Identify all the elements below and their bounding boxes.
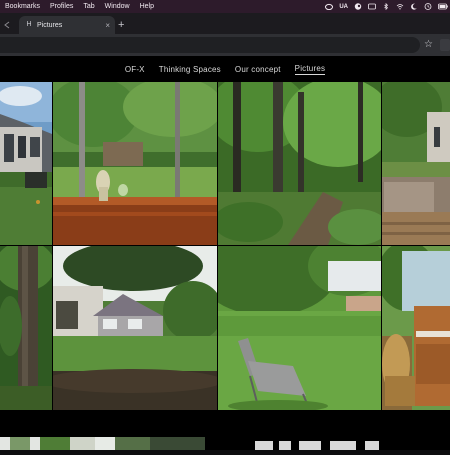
wifi-icon[interactable]: [396, 3, 404, 10]
photo-backyard-house[interactable]: [53, 246, 217, 410]
photo-strip-1: [0, 437, 40, 450]
app-status-icon[interactable]: [368, 3, 376, 10]
photo-terrace-deck[interactable]: [382, 82, 450, 245]
photo-window-view-garden[interactable]: [53, 82, 217, 245]
address-bar[interactable]: [0, 37, 420, 53]
photo-piano-room[interactable]: [382, 246, 450, 410]
photo-gallery: [0, 82, 450, 410]
bluetooth-icon[interactable]: [382, 2, 390, 11]
nav-of-x[interactable]: OF-X: [125, 65, 145, 74]
photo-strip-2: [40, 437, 95, 450]
macos-menubar: Bookmarks Profiles Tab Window Help UA: [0, 0, 450, 13]
browser-toolbar: ☆: [0, 34, 450, 56]
menu-bookmarks[interactable]: Bookmarks: [0, 3, 45, 10]
nav-our-concept[interactable]: Our concept: [235, 65, 281, 74]
web-page: OF-X Thinking Spaces Our concept Picture…: [0, 56, 450, 450]
clock-icon[interactable]: [424, 3, 432, 10]
photo-lawn-with-chair[interactable]: [218, 246, 381, 410]
status-icons: UA: [325, 2, 450, 11]
menu-help[interactable]: Help: [135, 3, 159, 10]
photo-strip-4: [150, 437, 205, 450]
moon-icon[interactable]: [410, 3, 418, 10]
site-nav: OF-X Thinking Spaces Our concept Picture…: [0, 56, 450, 82]
tab-title: Pictures: [37, 21, 63, 29]
menu-profiles[interactable]: Profiles: [45, 3, 78, 10]
photo-strip-3: [95, 437, 150, 450]
tab-pictures[interactable]: H Pictures ×: [19, 16, 115, 34]
steam-icon[interactable]: [354, 3, 362, 10]
menu-tab[interactable]: Tab: [78, 3, 99, 10]
language-indicator[interactable]: UA: [339, 4, 348, 10]
battery-icon[interactable]: [438, 3, 448, 10]
heading-peek: [255, 437, 385, 450]
nav-pictures[interactable]: Pictures: [294, 64, 326, 75]
nav-thinking-spaces[interactable]: Thinking Spaces: [159, 65, 221, 74]
bookmark-star-icon[interactable]: ☆: [424, 39, 433, 50]
creative-cloud-icon[interactable]: [325, 3, 334, 11]
photo-house-on-lawn[interactable]: [0, 82, 52, 245]
menubar-items: Bookmarks Profiles Tab Window Help: [0, 3, 159, 10]
close-tab-icon[interactable]: ×: [105, 21, 110, 30]
browser-tab-strip: H Pictures × +: [0, 13, 450, 34]
photo-tree-trunk[interactable]: [0, 246, 52, 410]
extension-icon[interactable]: [440, 39, 450, 51]
menu-window[interactable]: Window: [100, 3, 135, 10]
site-favicon-icon: H: [26, 21, 32, 28]
previous-tab[interactable]: [0, 16, 16, 34]
photo-forest-path[interactable]: [218, 82, 381, 245]
new-tab-button[interactable]: +: [118, 18, 124, 32]
